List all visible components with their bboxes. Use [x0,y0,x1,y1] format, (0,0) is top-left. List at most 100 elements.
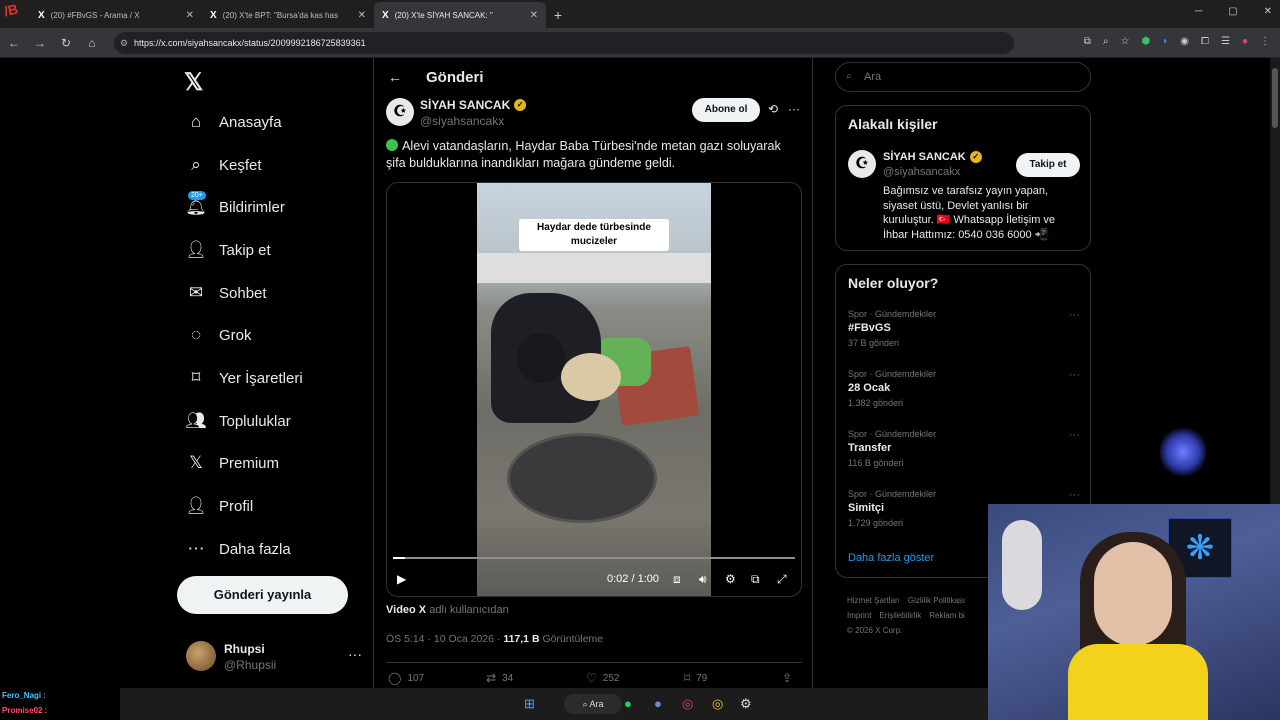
back-arrow-icon[interactable]: ← [388,69,408,85]
fullscreen-icon[interactable]: ⤢ [777,572,787,587]
play-icon[interactable]: ▶ [397,572,406,586]
follow-button[interactable]: Takip et [1016,153,1080,177]
picture-in-picture-icon[interactable]: ⧉ [751,572,760,587]
author-handle[interactable]: @siyahsancakx [420,114,504,128]
post-timestamp[interactable]: ÖS 5:14 · 10 Oca 2026 · [386,633,503,645]
menu-list-icon[interactable]: ☰ [1221,36,1230,47]
footer-link[interactable]: Erişilebilirlik [879,611,921,620]
sidebar-item-notifications[interactable]: 🔔︎ 20+ Bildirimler [184,189,285,225]
zoom-icon[interactable]: ⌕ [1103,36,1109,47]
close-icon[interactable]: ✕ [530,10,538,21]
settings-icon[interactable]: ⚙ [725,572,736,586]
more-icon[interactable]: ··· [1069,489,1080,501]
address-bar-row: ← → ↻ ⌂ ⚙ https://x.com/siyahsancakx/stat… [0,28,1280,58]
volume-icon[interactable]: 🔊︎ [699,572,707,587]
more-icon[interactable]: ··· [1069,369,1080,381]
bookmark-button[interactable]: ⌑ 79 [684,671,707,685]
minimize-icon[interactable]: ─ [1195,6,1202,17]
search-icon: ⌕ [582,699,590,709]
captions-icon[interactable]: ⧈ [673,572,681,587]
author-name[interactable]: SİYAH SANCAK ✓ [420,98,527,112]
search-input[interactable]: ⌕ Ara [835,62,1091,92]
close-icon[interactable]: ✕ [358,10,366,21]
url-input[interactable]: ⚙ https://x.com/siyahsancakx/status/20099… [114,31,1014,54]
home-icon[interactable]: ⌂ [80,36,104,50]
discord-icon[interactable]: ● [654,696,662,711]
tab-2[interactable]: X (20) X'te BPT: "Bursa'da kas has ✕ [202,2,374,28]
footer-link[interactable]: Imprint [847,611,871,620]
close-window-icon[interactable]: ✕ [1264,6,1272,17]
trend-item[interactable]: Spor · Gündemdekiler Transfer 116 B gönd… [848,429,1080,468]
x-logo-icon[interactable]: 𝕏 [184,68,203,97]
avatar[interactable]: ☪ [848,150,876,178]
author-avatar[interactable]: ☪ [386,98,414,126]
kebab-menu-icon[interactable]: ⋮ [1260,36,1270,47]
sidebar-item-home[interactable]: ⌂ Anasayfa [184,104,282,140]
sidebar-item-more[interactable]: ⋯ Daha fazla [184,531,291,567]
video-frame[interactable]: Haydar dede türbesinde mucizeler [477,183,711,596]
stream-logo: /B [2,0,20,20]
taskbar: ⊞ ⌕ Ara ● ● ◎ ◎ ⚙ [120,688,988,720]
sidebar-item-chat[interactable]: ✉ Sohbet [184,275,267,311]
subscribe-button[interactable]: Abone ol [692,98,760,122]
install-icon[interactable]: ⧉ [1084,36,1091,47]
windows-start-icon[interactable]: ⊞ [524,696,535,712]
sidebar-item-grok[interactable]: ◌ Grok [184,317,252,353]
reply-button[interactable]: ◯ 107 [388,671,424,685]
back-icon[interactable]: ← [2,36,26,50]
sidebar-item-bookmarks[interactable]: ⌑ Yer İşaretleri [184,360,303,396]
verified-badge-icon: ✓ [514,99,527,111]
show-more-link[interactable]: Daha fazla göster [848,552,934,564]
puzzle-icon[interactable]: ⧠ [1201,36,1209,47]
extension-icon[interactable]: ◗ [1162,36,1168,47]
sidebar-item-label: Topluluklar [219,412,291,430]
extension-icon[interactable]: ◉ [1180,36,1189,47]
more-icon[interactable]: ··· [348,646,362,662]
footer-link[interactable]: Hizmet Şartları [847,596,900,605]
chrome-profile-icon[interactable]: ◎ [712,696,723,712]
trend-item[interactable]: Spor · Gündemdekiler #FBvGS 37 B gönderi… [848,309,1080,348]
maximize-icon[interactable]: ▢ [1228,6,1237,17]
repost-button[interactable]: ⇄ 34 [486,671,513,685]
video-scene-cap [517,333,565,383]
repost-icon: ⇄ [486,671,497,685]
trend-item[interactable]: Spor · Gündemdekiler 28 Ocak 1.382 gönde… [848,369,1080,408]
related-handle[interactable]: @siyahsancakx [883,166,960,178]
chrome-icon[interactable]: ◎ [682,696,693,712]
post-button[interactable]: Gönderi yayınla [177,576,348,614]
footer-link[interactable]: Reklam bi [929,611,965,620]
sidebar-item-profile[interactable]: 👤︎ Profil [184,488,253,524]
sidebar-item-communities[interactable]: 👥︎ Topluluklar [184,403,291,439]
close-icon[interactable]: ✕ [186,10,194,21]
profile-avatar-icon[interactable]: ● [1242,36,1248,47]
scrollbar-thumb[interactable] [1272,68,1278,128]
shield-icon[interactable]: ⬢ [1141,36,1150,47]
footer-link[interactable]: Gizlilik Politikası [908,596,965,605]
site-info-icon[interactable]: ⚙ [120,32,128,54]
sidebar-item-premium[interactable]: 𝕏 Premium [184,445,279,481]
video-progress-bar[interactable] [393,557,795,559]
video-attribution-name[interactable]: Video X [386,604,426,616]
more-icon[interactable]: ··· [1069,309,1080,321]
related-name[interactable]: SİYAH SANCAK ✓ [883,151,982,163]
sidebar-item-explore[interactable]: ⌕ Keşfet [184,147,261,183]
forward-icon[interactable]: → [28,36,52,50]
sidebar-item-follow[interactable]: 👤︎ Takip et [184,232,271,268]
chat-message: : [44,706,47,715]
avatar [186,641,216,671]
new-tab-button[interactable]: + [546,2,570,28]
app-icon[interactable]: ⚙ [740,696,752,712]
share-button[interactable]: ⇪ [782,671,792,685]
reload-icon[interactable]: ↻ [54,36,78,50]
tab-1[interactable]: X (20) #FBvGS - Arama / X ✕ [30,2,202,28]
grok-explain-icon[interactable]: ⟲ [768,102,778,116]
taskbar-search[interactable]: ⌕ Ara [564,694,622,714]
account-switcher[interactable]: Rhupsi @Rhupsii ··· [186,640,366,672]
more-icon[interactable]: ··· [1069,429,1080,441]
more-icon[interactable]: ··· [788,102,800,116]
spotify-icon[interactable]: ● [624,696,632,711]
star-icon[interactable]: ☆ [1121,36,1130,47]
video-player[interactable]: Haydar dede türbesinde mucizeler ▶ 0:02 … [386,182,802,597]
tab-3[interactable]: X (20) X'te SİYAH SANCAK: " ✕ [374,2,546,28]
like-button[interactable]: ♡ 252 [586,671,619,685]
